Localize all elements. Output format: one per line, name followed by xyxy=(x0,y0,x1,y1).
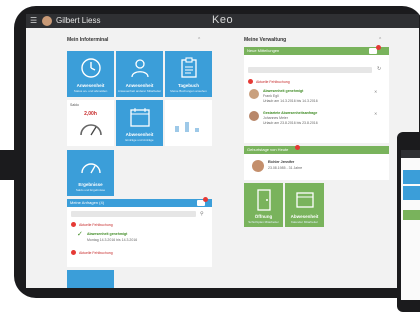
tile-sub: Einträge und Anträge xyxy=(125,138,154,142)
birthday-detail: 23.08.1985 - 31 Jahre xyxy=(268,166,303,170)
tile-label: Anwesenheit xyxy=(76,83,105,88)
left-column-title: Mein Infoterminal xyxy=(67,37,109,43)
tile-balance[interactable]: Saldo 2,00h xyxy=(67,100,114,146)
speedometer-icon xyxy=(80,163,101,174)
check-icon: ✓ xyxy=(77,231,83,238)
phone-topbar xyxy=(401,150,420,158)
phone-tile[interactable] xyxy=(403,186,420,200)
tile-chart[interactable] xyxy=(165,100,212,146)
tile-opening[interactable]: Öffnung Schichtplan Mitarbeiter xyxy=(244,183,283,227)
menu-icon[interactable]: ☰ xyxy=(30,17,38,25)
message-item[interactable]: Aktuelle Fehlbuchung xyxy=(256,80,290,84)
message-date: Urlaub am 23.8.2016 bis 23.8.2016 xyxy=(263,121,318,125)
error-badge xyxy=(71,222,76,227)
phone-tile[interactable] xyxy=(403,170,420,184)
tile-absence-staff[interactable]: Abwesenheit Kalender Mitarbeiter xyxy=(285,183,324,227)
background-device xyxy=(0,150,14,180)
chart-bar xyxy=(195,128,199,132)
tablet-screen: ☰ Gilbert Liess Keo Mein Infoterminal ⌃ … xyxy=(26,14,419,288)
message-title[interactable]: Gestartete Abwesenheitsanfrage xyxy=(263,111,317,115)
notification-badge xyxy=(376,45,381,50)
tile-sub: Schichtplan Mitarbeiter xyxy=(248,220,279,224)
gauge-icon xyxy=(80,124,102,136)
tile-journal[interactable]: Tagebuch Meine Buchungen ansehen xyxy=(165,51,212,97)
phone-screen xyxy=(401,150,420,300)
collapse-icon[interactable]: ⌃ xyxy=(197,37,201,43)
collapse-icon[interactable]: ⌃ xyxy=(378,37,382,43)
phone-tile[interactable] xyxy=(403,210,420,220)
error-badge xyxy=(71,250,76,255)
requests-panel-header[interactable]: Meine Anfragen (4) xyxy=(67,199,212,207)
refresh-icon[interactable]: ↻ xyxy=(377,66,381,72)
message-name: Frank Egli xyxy=(263,94,279,98)
chart-bar xyxy=(185,122,189,132)
avatar xyxy=(249,89,259,99)
notification-badge xyxy=(295,145,300,150)
tile-label: Öffnung xyxy=(254,214,273,219)
brand-logo: Keo xyxy=(212,14,234,26)
tile-label: Abwesenheit xyxy=(290,214,319,219)
tile-label: Anwesenheit xyxy=(125,83,154,88)
door-icon xyxy=(256,189,271,211)
tile-label: Ergebnisse xyxy=(78,182,103,187)
search-icon[interactable]: ⚲ xyxy=(200,211,204,217)
tile-absence[interactable]: Abwesenheit Einträge und Anträge xyxy=(116,100,163,146)
tile-label: Abwesenheit xyxy=(125,132,154,137)
avatar xyxy=(252,160,264,172)
tile-results[interactable]: Ergebnisse Saldo und Ergebnisse xyxy=(67,150,114,196)
username: Gilbert Liess xyxy=(56,16,101,25)
tile-label: Tagebuch xyxy=(178,83,199,88)
tile-sub: Anwesenheit anderer Mitarbeiter xyxy=(117,89,162,93)
avatar[interactable] xyxy=(42,16,52,26)
messages-panel-header[interactable]: Neue Mitteilungen xyxy=(244,47,389,55)
birthday-name[interactable]: Eichler Jennifer xyxy=(268,160,294,164)
right-column-title: Meine Verwaltung xyxy=(244,37,287,43)
calendar-icon xyxy=(129,108,150,127)
balance-value: 2,00h xyxy=(84,111,97,117)
close-icon[interactable]: ✕ xyxy=(374,111,377,116)
request-item[interactable]: Aktuelle Fehlbuchung xyxy=(79,251,113,255)
error-badge xyxy=(248,79,253,84)
requests-panel-body: ⚲ Aktuelle Fehlbuchung ✓ Abwesenheit gen… xyxy=(67,207,212,267)
calendar-icon xyxy=(295,192,314,208)
message-name: Johannes Meier xyxy=(263,116,288,120)
tile-schedule[interactable] xyxy=(67,270,114,288)
tile-sub: Saldo und Ergebnisse xyxy=(75,188,106,192)
tile-attendance-others[interactable]: Anwesenheit Anwesenheit anderer Mitarbei… xyxy=(116,51,163,97)
request-item-detail: Montag 14.3.2016 bis 14.3.2016 xyxy=(87,238,138,242)
top-bar: ☰ Gilbert Liess Keo xyxy=(26,14,419,28)
message-date: Urlaub am 14.3.2016 bis 14.3.2016 xyxy=(263,99,318,103)
clock-icon xyxy=(80,58,101,78)
tile-sub: Kalender Mitarbeiter xyxy=(290,220,318,224)
notification-badge xyxy=(203,197,208,202)
messages-panel-body: ↻ Aktuelle Fehlbuchung Abwesenheit geneh… xyxy=(244,55,389,143)
tile-sub: Status an- und abmelden xyxy=(73,89,108,93)
tile-attendance[interactable]: Anwesenheit Status an- und abmelden xyxy=(67,51,114,97)
tile-sub: Meine Buchungen ansehen xyxy=(170,89,207,93)
birthday-panel-body: Eichler Jennifer 23.08.1985 - 31 Jahre xyxy=(244,154,389,180)
search-input[interactable] xyxy=(71,211,196,217)
request-item-approved[interactable]: Abwesenheit genehmigt xyxy=(87,232,127,236)
chart-bar xyxy=(175,126,179,132)
avatar xyxy=(249,111,259,121)
people-icon xyxy=(130,59,149,78)
birthday-panel-header[interactable]: Geburtstage von Heute xyxy=(244,146,389,154)
search-input[interactable] xyxy=(248,67,372,73)
close-icon[interactable]: ✕ xyxy=(374,89,377,94)
tile-label: Saldo xyxy=(70,103,79,107)
request-item[interactable]: Aktuelle Fehlbuchung xyxy=(79,223,113,227)
clipboard-icon xyxy=(180,57,197,78)
message-title[interactable]: Abwesenheit genehmigt xyxy=(263,89,303,93)
